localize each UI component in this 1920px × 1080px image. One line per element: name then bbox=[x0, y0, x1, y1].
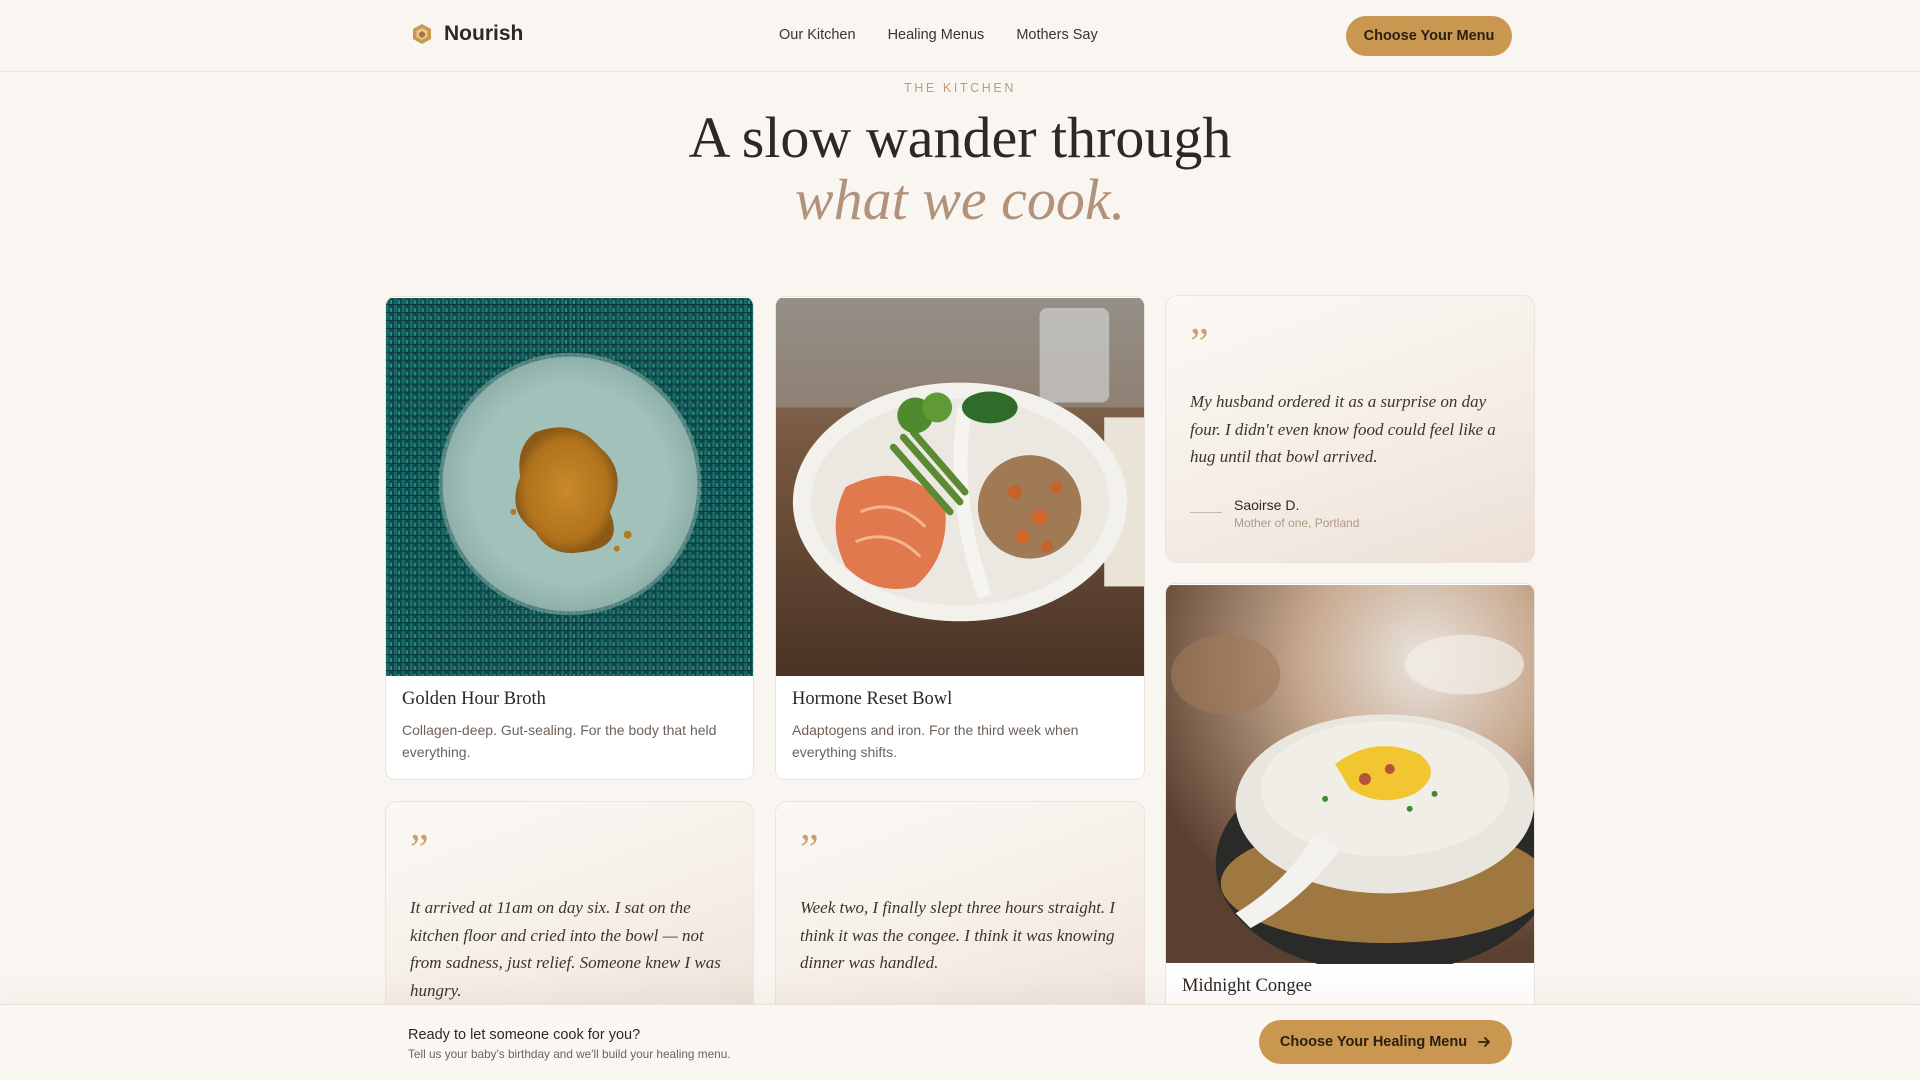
dish-title: Golden Hour Broth bbox=[402, 689, 546, 709]
choose-your-menu-button[interactable]: Choose Your Menu bbox=[1346, 16, 1512, 56]
arrow-right-icon bbox=[1478, 1037, 1490, 1047]
dish-title: Midnight Congee bbox=[1182, 976, 1313, 996]
testimonial-text: It arrived at 11am on day six. I sat on … bbox=[410, 898, 721, 1000]
nav-item-mothers-say[interactable]: Mothers Say bbox=[1016, 27, 1097, 43]
testimonial-author-detail: Mother of one, Portland bbox=[1234, 516, 1360, 530]
dish-card-golden-hour-broth[interactable]: Golden Hour Broth Collagen-deep. Gut-sea… bbox=[385, 296, 754, 780]
section-eyebrow: THE KITCHEN bbox=[904, 81, 1016, 95]
quote-mark-icon: ” bbox=[800, 827, 819, 873]
sticky-cta-bar: Ready to let someone cook for you? Tell … bbox=[0, 1004, 1920, 1080]
nav-item-healing-menus[interactable]: Healing Menus bbox=[888, 27, 985, 43]
quote-mark-icon: ” bbox=[410, 827, 429, 873]
main-nav: Our Kitchen Healing Menus Mothers Say bbox=[779, 27, 1098, 43]
dish-card-midnight-congee[interactable]: Midnight Congee bbox=[1165, 583, 1535, 1023]
dish-image-salmon-bowl bbox=[776, 298, 1144, 676]
divider bbox=[1190, 512, 1222, 513]
page-title: A slow wander through bbox=[688, 105, 1232, 170]
choose-your-healing-menu-button[interactable]: Choose Your Healing Menu bbox=[1259, 1020, 1512, 1064]
dish-description: Collagen-deep. Gut-sealing. For the body… bbox=[402, 722, 717, 760]
dish-title: Hormone Reset Bowl bbox=[792, 689, 953, 709]
dish-description: Adaptogens and iron. For the third week … bbox=[792, 722, 1079, 760]
nav-item-our-kitchen[interactable]: Our Kitchen bbox=[779, 27, 856, 43]
top-navigation-bar: Nourish Our Kitchen Healing Menus Mother… bbox=[0, 0, 1920, 72]
dish-image-broth bbox=[386, 298, 753, 676]
cta-bar-subtitle: Tell us your baby's birthday and we'll b… bbox=[408, 1047, 731, 1061]
testimonial-card-saoirse: ” My husband ordered it as a surprise on… bbox=[1165, 295, 1535, 563]
quote-mark-icon: ” bbox=[1190, 321, 1209, 367]
testimonial-author: Saoirse D. bbox=[1234, 497, 1300, 513]
brand[interactable]: Nourish bbox=[412, 22, 523, 46]
cta-bar-title: Ready to let someone cook for you? bbox=[408, 1027, 641, 1043]
testimonial-text: Week two, I finally slept three hours st… bbox=[800, 898, 1116, 972]
brand-name: Nourish bbox=[444, 22, 524, 45]
cta-button-label: Choose Your Healing Menu bbox=[1279, 1034, 1468, 1050]
hexagon-logo-icon bbox=[413, 24, 431, 44]
testimonial-text: My husband ordered it as a surprise on d… bbox=[1190, 392, 1496, 466]
page-title-accent: what we cook. bbox=[794, 167, 1126, 232]
dish-card-hormone-reset-bowl[interactable]: Hormone Reset Bowl Adaptogens and iron. … bbox=[775, 296, 1145, 780]
dish-image-congee bbox=[1166, 585, 1534, 964]
